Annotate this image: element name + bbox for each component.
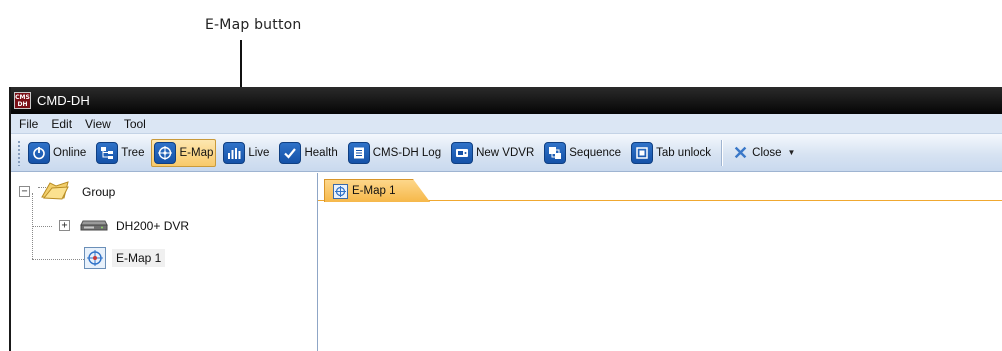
tab-unlock-button-label: Tab unlock <box>656 146 712 159</box>
live-button[interactable]: Live <box>220 139 272 167</box>
toolbar-separator <box>721 139 723 166</box>
sequence-button[interactable]: Sequence <box>541 139 624 167</box>
health-button[interactable]: Health <box>276 139 340 167</box>
tree-node-label: Group <box>82 184 116 199</box>
emap-button-label: E-Map <box>179 146 214 159</box>
cms-dh-log-button[interactable]: CMS-DH Log <box>345 139 444 167</box>
vdvr-icon <box>451 141 474 164</box>
tree-connector-line <box>32 259 84 260</box>
toolbar: Online Tree E-Map Live Health CMS-DH Log… <box>11 134 1002 172</box>
emap-button[interactable]: E-Map <box>151 138 217 167</box>
sequence-icon <box>544 141 567 164</box>
toolbar-grip[interactable] <box>17 139 21 166</box>
chevron-down-icon[interactable]: ▼ <box>788 148 796 157</box>
app-logo-icon: CMS DH <box>14 92 31 109</box>
tree-connector-line <box>32 226 52 227</box>
expand-toggle[interactable]: + <box>59 220 70 231</box>
health-button-label: Health <box>304 146 338 159</box>
close-button[interactable]: ✕ Close ▼ <box>730 139 798 167</box>
tree-button[interactable]: Tree <box>93 139 147 167</box>
content-panel: E-Map 1 <box>318 173 1002 351</box>
main-area: − Group + DH200+ DVR E-Map 1 E-Map 1 <box>11 173 1002 351</box>
new-vdvr-button-label: New VDVR <box>476 146 535 159</box>
tab-strip: E-Map 1 <box>318 173 1002 202</box>
callout-label: E-Map button <box>205 17 302 33</box>
tab-emap-1[interactable]: E-Map 1 <box>324 179 430 202</box>
emap-canvas[interactable] <box>318 201 1002 351</box>
new-vdvr-button[interactable]: New VDVR <box>448 139 537 167</box>
menu-bar: File Edit View Tool <box>11 114 1002 134</box>
unlock-icon <box>631 141 654 164</box>
tree-node-dvr[interactable]: + DH200+ DVR <box>59 216 189 235</box>
window-title: CMD-DH <box>37 93 90 108</box>
tab-label: E-Map 1 <box>352 185 396 197</box>
tree-node-emap[interactable]: E-Map 1 <box>84 247 166 269</box>
online-button[interactable]: Online <box>25 139 89 167</box>
live-icon <box>223 141 246 164</box>
tree-node-label: E-Map 1 <box>112 249 166 267</box>
menu-file[interactable]: File <box>14 117 43 131</box>
power-icon <box>28 141 50 164</box>
folder-icon <box>40 179 70 204</box>
sequence-button-label: Sequence <box>569 146 622 159</box>
menu-edit[interactable]: Edit <box>46 117 77 131</box>
collapse-toggle[interactable]: − <box>19 186 30 197</box>
title-bar[interactable]: CMS DH CMD-DH <box>11 87 1002 114</box>
emap-icon <box>333 183 348 199</box>
device-tree-panel: − Group + DH200+ DVR E-Map 1 <box>11 173 318 351</box>
live-button-label: Live <box>248 146 270 159</box>
tree-node-label: DH200+ DVR <box>116 218 190 233</box>
menu-view[interactable]: View <box>80 117 116 131</box>
tree-icon <box>96 141 119 164</box>
dvr-icon <box>80 216 108 235</box>
log-icon <box>347 141 370 164</box>
tree-node-group[interactable]: − Group <box>19 179 115 204</box>
app-window: CMS DH CMD-DH File Edit View Tool Online … <box>9 87 1002 351</box>
emap-icon <box>154 141 177 164</box>
close-button-label: Close <box>752 146 782 159</box>
close-icon: ✕ <box>733 142 749 163</box>
health-icon <box>279 141 302 164</box>
tab-unlock-button[interactable]: Tab unlock <box>628 139 714 167</box>
menu-tool[interactable]: Tool <box>119 117 151 131</box>
emap-icon <box>84 247 106 269</box>
online-button-label: Online <box>53 146 87 159</box>
tree-button-label: Tree <box>121 146 145 159</box>
cms-dh-log-button-label: CMS-DH Log <box>372 146 442 159</box>
